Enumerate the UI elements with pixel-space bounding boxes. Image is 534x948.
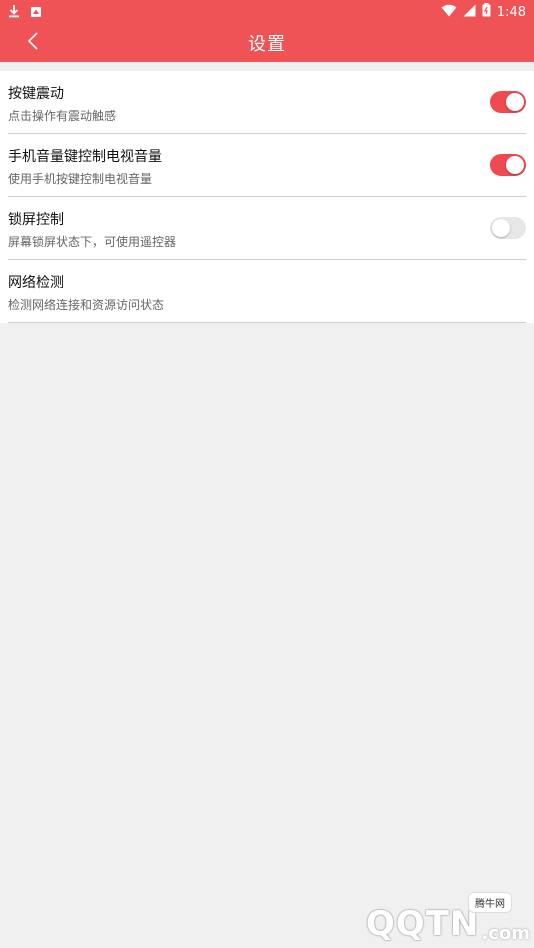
volume-keys-toggle[interactable] — [490, 154, 526, 176]
setting-label: 网络检测 — [8, 275, 64, 291]
vibration-toggle[interactable] — [490, 91, 526, 113]
toggle-knob — [492, 219, 510, 237]
status-bar: 1:48 — [0, 0, 534, 24]
watermark-suffix: .com — [481, 923, 530, 944]
setting-description: 点击操作有震动触感 — [8, 109, 117, 123]
setting-description: 屏幕锁屏状态下，可使用遥控器 — [8, 235, 177, 249]
status-left-icons — [8, 3, 42, 22]
notification-icon — [30, 3, 42, 22]
battery-icon — [482, 3, 491, 21]
chevron-left-icon — [26, 31, 40, 55]
watermark-text: QQTN — [365, 904, 480, 944]
back-button[interactable] — [18, 28, 48, 58]
download-icon — [8, 3, 20, 22]
lockscreen-toggle[interactable] — [490, 217, 526, 239]
divider — [8, 322, 526, 323]
settings-list: 按键震动 点击操作有震动触感 手机音量键控制电视音量 使用手机按键控制电视音量 … — [0, 71, 534, 323]
status-time: 1:48 — [496, 4, 526, 20]
setting-row-network-check[interactable]: 网络检测 检测网络连接和资源访问状态 — [0, 260, 534, 323]
setting-label: 按键震动 — [8, 86, 64, 102]
setting-label: 手机音量键控制电视音量 — [8, 149, 162, 165]
wifi-icon — [441, 4, 457, 21]
app-bar: 设置 — [0, 24, 534, 62]
toggle-knob — [506, 93, 524, 111]
watermark-logo: 腾牛网 QQTN .com — [320, 892, 530, 944]
watermark-badge: 腾牛网 — [468, 892, 512, 913]
setting-label: 锁屏控制 — [8, 212, 64, 228]
page-title: 设置 — [248, 34, 286, 55]
setting-description: 使用手机按键控制电视音量 — [8, 172, 153, 186]
setting-row-lockscreen[interactable]: 锁屏控制 屏幕锁屏状态下，可使用遥控器 — [0, 197, 534, 260]
toggle-knob — [506, 156, 524, 174]
setting-row-volume-keys[interactable]: 手机音量键控制电视音量 使用手机按键控制电视音量 — [0, 134, 534, 197]
status-right: 1:48 — [441, 3, 526, 21]
signal-icon — [463, 4, 476, 21]
setting-description: 检测网络连接和资源访问状态 — [8, 298, 165, 312]
setting-row-vibration[interactable]: 按键震动 点击操作有震动触感 — [0, 71, 534, 134]
